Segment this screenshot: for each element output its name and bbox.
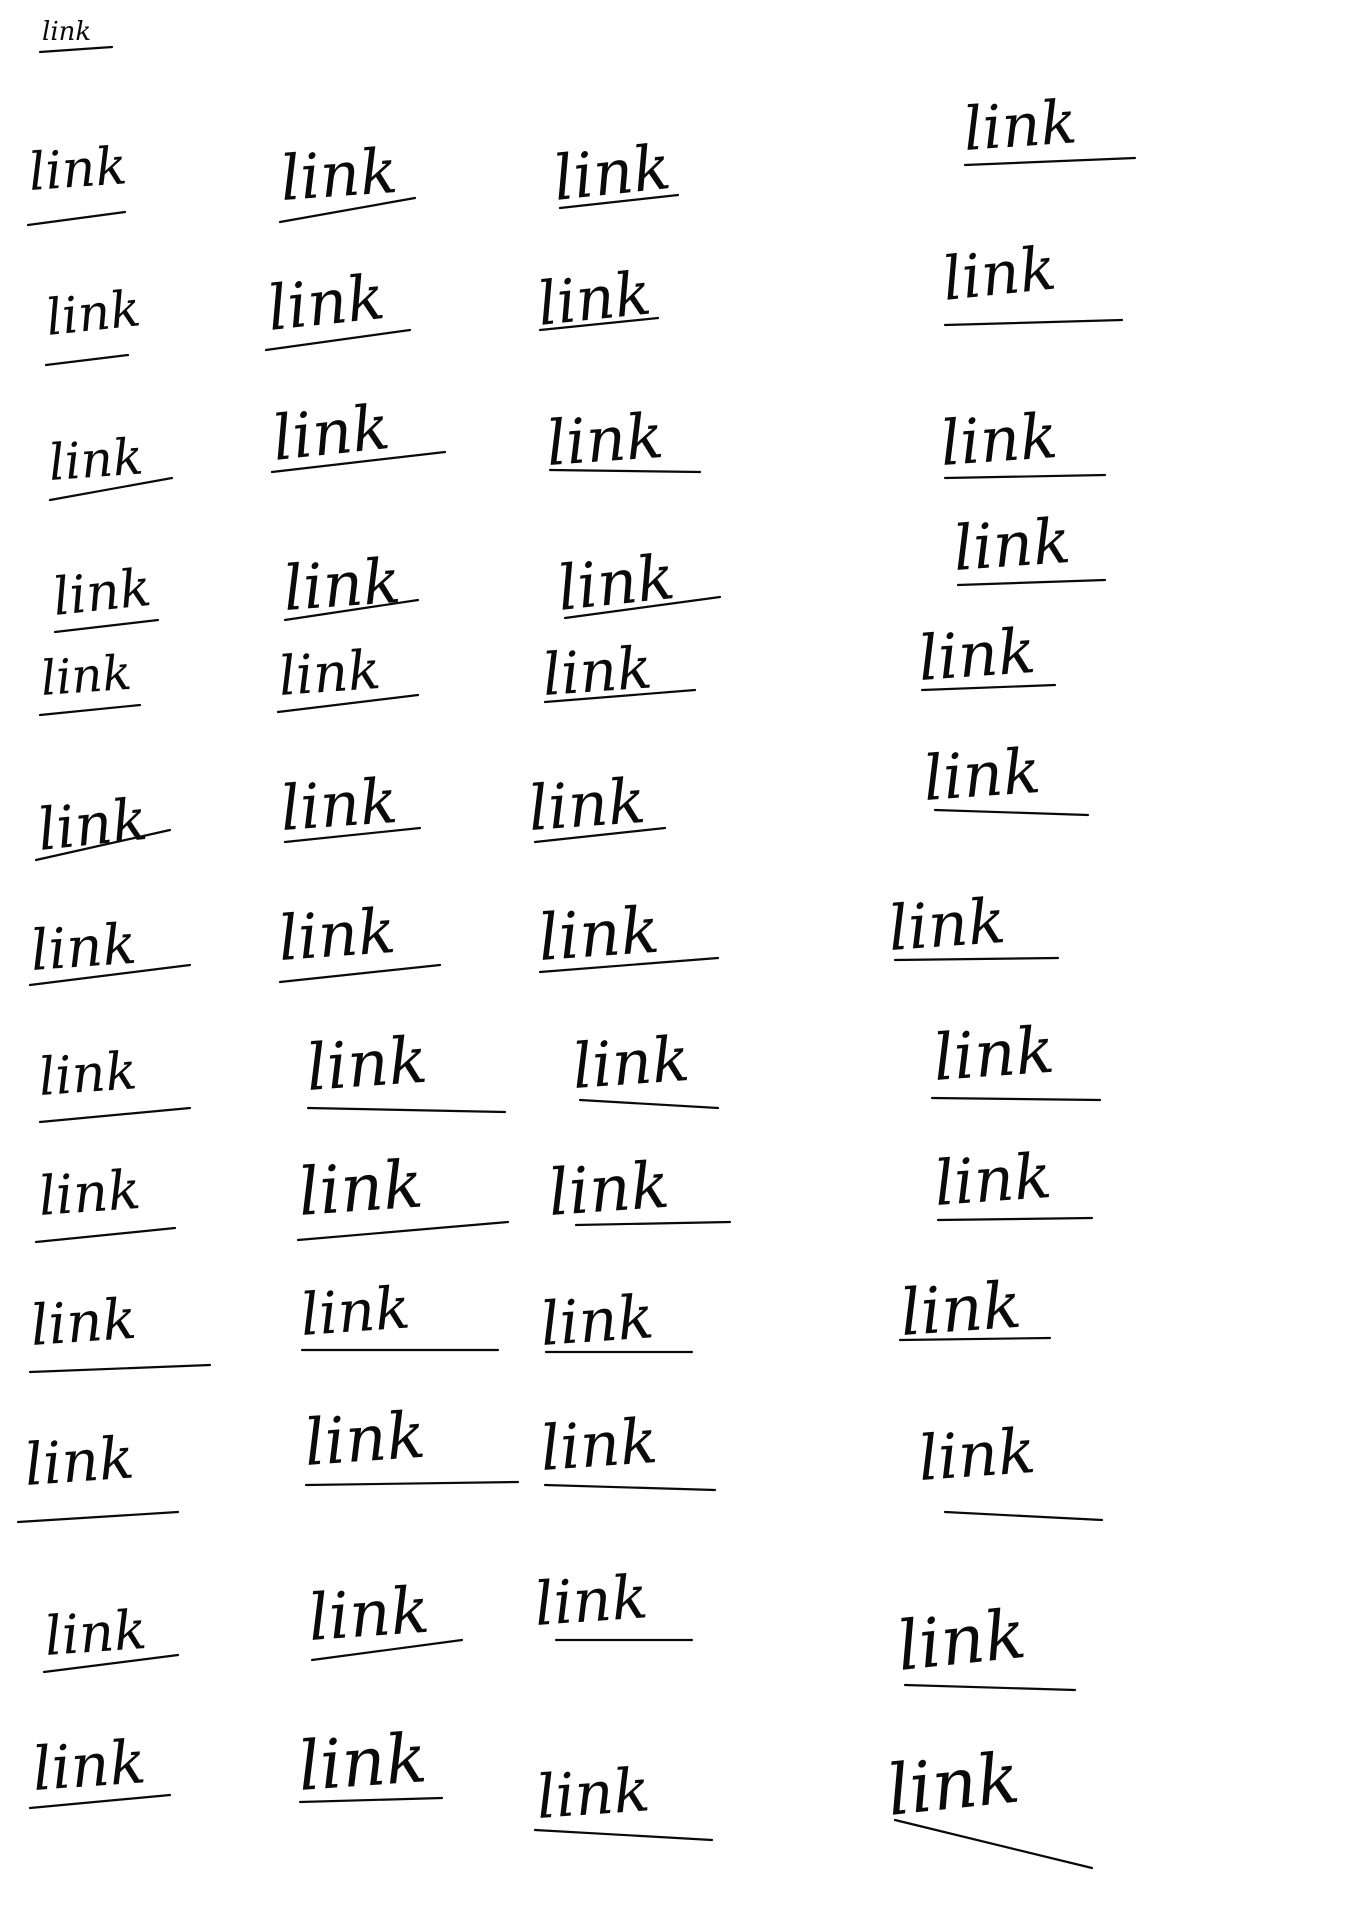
practice-word: link bbox=[538, 1404, 660, 1485]
word-underline bbox=[578, 1098, 720, 1110]
practice-word: link bbox=[931, 1014, 1057, 1096]
practice-word: link bbox=[304, 1024, 430, 1106]
handwriting-practice-sheet: link link link link link link link link link lin… bbox=[0, 0, 1366, 1931]
heading-word: link bbox=[42, 17, 91, 47]
practice-word: link bbox=[50, 558, 154, 628]
practice-words: link link link link link link link link link link… bbox=[16, 87, 1137, 1870]
practice-word: link bbox=[532, 1562, 650, 1640]
practice-word: link bbox=[37, 1041, 139, 1108]
practice-word: link bbox=[886, 884, 1008, 965]
practice-word: link bbox=[932, 1139, 1054, 1220]
practice-word: link bbox=[916, 1414, 1038, 1495]
practice-word: link bbox=[37, 1158, 143, 1228]
word-underline bbox=[306, 1106, 507, 1114]
practice-word: link bbox=[921, 734, 1043, 815]
word-underline bbox=[28, 1363, 212, 1374]
word-underline bbox=[930, 1096, 1102, 1102]
practice-word: link bbox=[281, 544, 403, 625]
practice-word: link bbox=[938, 399, 1060, 480]
practice-word: link bbox=[544, 399, 666, 480]
practice-word: link bbox=[264, 260, 388, 345]
word-underline bbox=[44, 353, 130, 367]
practice-word: link bbox=[306, 1574, 432, 1656]
word-underline bbox=[38, 1106, 192, 1124]
practice-word: link bbox=[296, 1719, 430, 1807]
word-underline bbox=[26, 210, 127, 227]
practice-word: link bbox=[276, 894, 398, 975]
practice-word: link bbox=[961, 87, 1079, 165]
practice-word: link bbox=[28, 1287, 138, 1359]
practice-word: link bbox=[951, 504, 1073, 585]
practice-word: link bbox=[296, 1145, 426, 1231]
practice-word: link bbox=[43, 279, 143, 347]
practice-word: link bbox=[916, 614, 1038, 695]
practice-word: link bbox=[883, 1737, 1023, 1832]
word-underline bbox=[38, 703, 142, 717]
word-underline bbox=[533, 1828, 714, 1842]
word-underline bbox=[304, 1480, 520, 1487]
word-underline bbox=[16, 1510, 180, 1524]
word-underline bbox=[943, 318, 1124, 327]
word-underline bbox=[903, 1683, 1077, 1692]
practice-word: link bbox=[534, 1755, 652, 1833]
practice-word: link bbox=[43, 1598, 149, 1668]
practice-word: link bbox=[47, 428, 145, 492]
practice-word: link bbox=[570, 1022, 692, 1103]
practice-word: link bbox=[22, 1423, 136, 1498]
word-underline bbox=[34, 1226, 177, 1244]
word-underline bbox=[943, 1510, 1104, 1522]
practice-word: link bbox=[278, 134, 400, 215]
word-underline bbox=[543, 1483, 717, 1492]
practice-word: link bbox=[302, 1399, 428, 1481]
heading-underline bbox=[38, 45, 114, 54]
practice-word: link bbox=[27, 136, 129, 203]
word-underline bbox=[936, 1216, 1094, 1222]
practice-word: link bbox=[30, 1727, 148, 1805]
practice-word: link bbox=[546, 1149, 672, 1231]
word-underline bbox=[893, 1818, 1094, 1870]
practice-word: link bbox=[269, 390, 393, 475]
practice-word: link bbox=[39, 645, 133, 707]
handwriting-canvas: link linklinklinklinklinklinklinklinklin… bbox=[16, 17, 1137, 1870]
practice-word: link bbox=[894, 1595, 1030, 1687]
practice-word: link bbox=[298, 1273, 412, 1348]
practice-word: link bbox=[277, 638, 383, 708]
practice-word: link bbox=[34, 785, 150, 864]
practice-word: link bbox=[939, 233, 1059, 314]
practice-word: link bbox=[538, 1282, 656, 1360]
